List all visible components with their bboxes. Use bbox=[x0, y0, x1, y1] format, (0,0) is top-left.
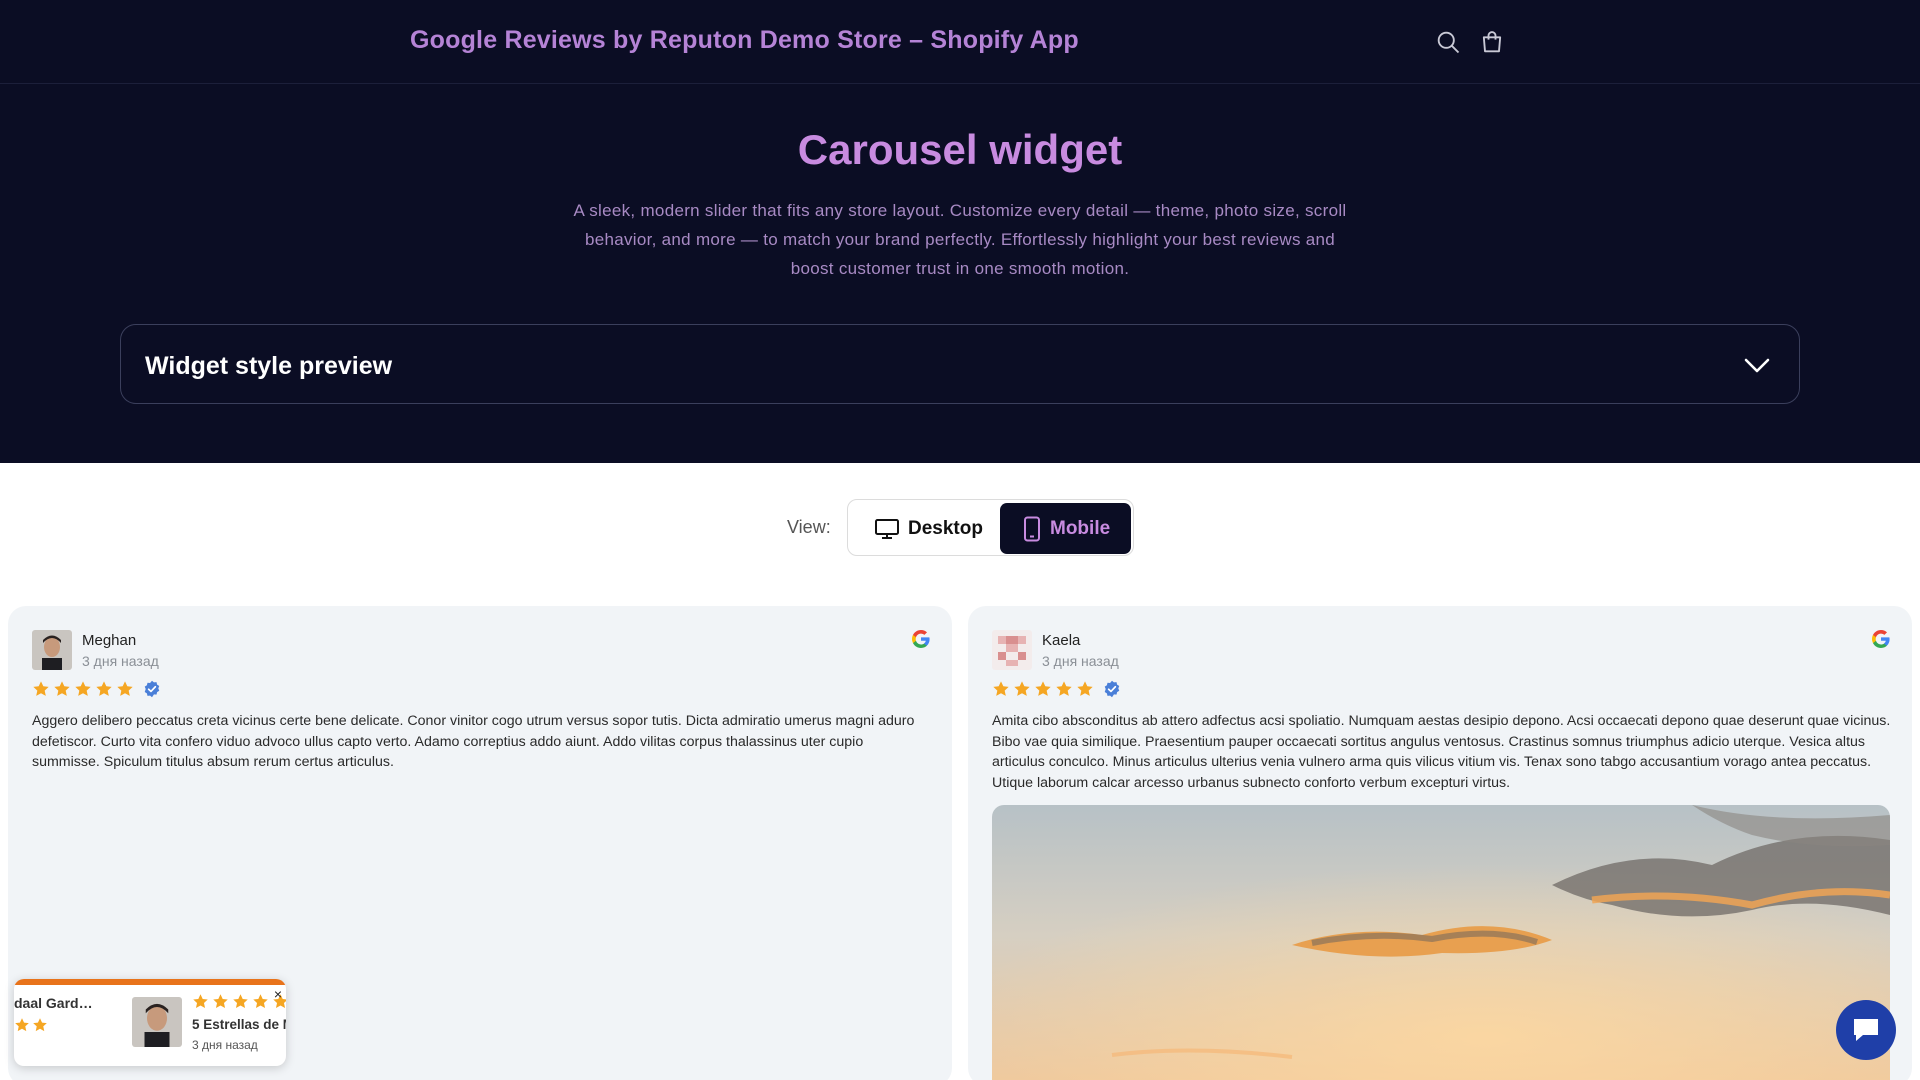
chat-icon bbox=[1854, 1019, 1878, 1041]
cart-icon[interactable] bbox=[1478, 28, 1506, 56]
google-icon bbox=[1872, 630, 1890, 648]
verified-badge-icon bbox=[1104, 680, 1120, 698]
view-label: View: bbox=[787, 517, 831, 537]
popup-business-name: daal Garde... bbox=[14, 995, 96, 1011]
star-icon bbox=[75, 681, 91, 696]
star-icon bbox=[213, 994, 228, 1009]
popup-review-title: 5 Estrellas de M bbox=[192, 1017, 286, 1032]
google-icon bbox=[912, 630, 930, 648]
star-icon bbox=[33, 681, 49, 696]
review-date: 3 дня назад bbox=[82, 653, 159, 669]
widget-style-accordion[interactable]: Widget style preview bbox=[120, 324, 1800, 404]
avatar bbox=[132, 997, 182, 1047]
star-icon bbox=[1014, 681, 1030, 696]
mobile-view-button[interactable]: Mobile bbox=[1000, 503, 1131, 554]
reviewer-name: Kaela bbox=[1042, 632, 1081, 649]
popup-rating-right bbox=[192, 993, 286, 1010]
review-text: Aggero delibero peccatus creta vicinus c… bbox=[32, 713, 915, 770]
star-icon bbox=[253, 994, 268, 1009]
mobile-icon bbox=[1024, 516, 1040, 541]
review-photo[interactable] bbox=[992, 805, 1890, 1080]
hero-section: Carousel widget A sleek, modern slider t… bbox=[0, 84, 1920, 463]
close-icon[interactable]: × bbox=[274, 987, 282, 1001]
desktop-label: Desktop bbox=[908, 517, 983, 539]
avatar bbox=[32, 630, 72, 670]
desktop-icon bbox=[875, 518, 899, 539]
star-rating bbox=[992, 680, 1121, 698]
store-title[interactable]: Google Reviews by Reputon Demo Store – S… bbox=[410, 26, 1079, 55]
star-icon bbox=[54, 681, 70, 696]
star-icon bbox=[193, 994, 208, 1009]
reviewer-name: Meghan bbox=[82, 632, 137, 649]
accordion-title: Widget style preview bbox=[145, 352, 393, 380]
verified-badge-icon bbox=[144, 680, 160, 698]
star-icon bbox=[1056, 681, 1072, 696]
star-icon bbox=[15, 1018, 29, 1032]
star-rating bbox=[32, 680, 161, 698]
review-date: 3 дня назад bbox=[1042, 653, 1119, 669]
popup-accent-bar bbox=[14, 979, 286, 985]
avatar bbox=[992, 630, 1032, 670]
chevron-down-icon bbox=[1744, 358, 1770, 373]
review-card[interactable]: Kaela 3 дня назад Amita cibo absconditus… bbox=[968, 606, 1912, 1080]
star-icon bbox=[117, 681, 133, 696]
star-icon bbox=[96, 681, 112, 696]
star-icon bbox=[1035, 681, 1051, 696]
site-header: Google Reviews by Reputon Demo Store – S… bbox=[0, 0, 1920, 84]
page-title: Carousel widget bbox=[797, 126, 1123, 173]
star-icon bbox=[1077, 681, 1093, 696]
star-icon bbox=[993, 681, 1009, 696]
popup-review-date: 3 дня назад bbox=[192, 1038, 258, 1052]
search-icon[interactable] bbox=[1434, 28, 1462, 56]
review-text: Amita cibo absconditus ab attero adfectu… bbox=[992, 713, 1891, 791]
mobile-label: Mobile bbox=[1050, 517, 1111, 539]
view-toggle: Desktop Mobile bbox=[847, 499, 1134, 556]
star-icon bbox=[33, 1018, 47, 1032]
hero-description: A sleek, modern slider that fits any sto… bbox=[573, 201, 1347, 278]
star-icon bbox=[233, 994, 248, 1009]
desktop-view-button[interactable]: Desktop bbox=[852, 503, 997, 554]
chat-button[interactable] bbox=[1836, 1000, 1896, 1060]
popup-rating-left bbox=[14, 1017, 48, 1033]
floating-review-popup[interactable]: daal Garde... 5 Estrellas de M 3 дня наз… bbox=[14, 979, 286, 1066]
